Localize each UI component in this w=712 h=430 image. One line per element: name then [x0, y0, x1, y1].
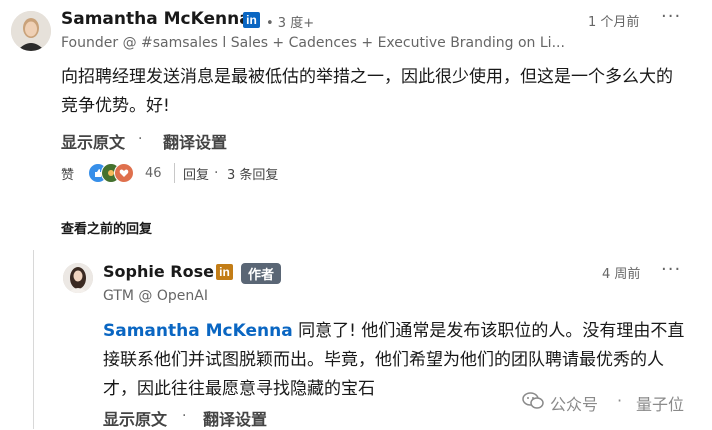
comment-text: 向招聘经理发送消息是最被低估的举措之一，因此很少使用，但这是一个多么大的竞争优势…: [61, 67, 673, 116]
connection-degree: • 3 度+: [266, 16, 315, 31]
watermark-dot: ·: [617, 391, 623, 410]
separator-dot: ·: [214, 165, 219, 181]
reply-timestamp: 4 周前: [602, 267, 641, 282]
thread-line: [33, 250, 34, 429]
author-tag-badge: 作者: [241, 263, 282, 284]
more-icon[interactable]: ···: [661, 259, 681, 280]
reply-text: Samantha McKenna 同意了! 他们通常是发布该职位的人。没有理由不…: [103, 317, 695, 404]
linkedin-badge: in: [216, 264, 233, 280]
mention-link[interactable]: Samantha McKenna: [103, 321, 293, 341]
wechat-icon: [522, 392, 544, 410]
show-original-button[interactable]: 显示原文: [103, 406, 167, 430]
reply-author-headline: GTM @ OpenAI: [103, 288, 208, 304]
show-original-button[interactable]: 显示原文: [61, 129, 125, 153]
avatar[interactable]: [11, 11, 51, 51]
reply-count[interactable]: 3 条回复: [227, 164, 278, 183]
translate-settings-button[interactable]: 翻译设置: [203, 406, 267, 430]
reply-author-name[interactable]: Sophie Rose: [103, 262, 214, 281]
love-reaction-icon: [114, 163, 134, 183]
divider: [174, 163, 175, 183]
watermark-source: 公众号: [550, 395, 599, 414]
reaction-count[interactable]: 46: [145, 166, 162, 181]
more-icon[interactable]: ···: [661, 6, 681, 27]
watermark-brand: 量子位: [636, 395, 685, 414]
linkedin-badge: in: [243, 12, 260, 28]
comment-timestamp: 1 个月前: [588, 15, 640, 30]
reply-button[interactable]: 回复: [183, 164, 209, 183]
separator-dot: ·: [182, 408, 187, 424]
comment-author-headline: Founder @ #samsales l Sales + Cadences +…: [61, 35, 565, 51]
separator-dot: ·: [138, 131, 143, 147]
like-button[interactable]: 赞: [61, 164, 74, 183]
comment-author-name[interactable]: Samantha McKenna: [61, 9, 251, 29]
view-earlier-replies-button[interactable]: 查看之前的回复: [61, 218, 152, 237]
translate-settings-button[interactable]: 翻译设置: [163, 129, 227, 153]
reactions-group[interactable]: [88, 162, 144, 184]
avatar[interactable]: [63, 263, 93, 293]
